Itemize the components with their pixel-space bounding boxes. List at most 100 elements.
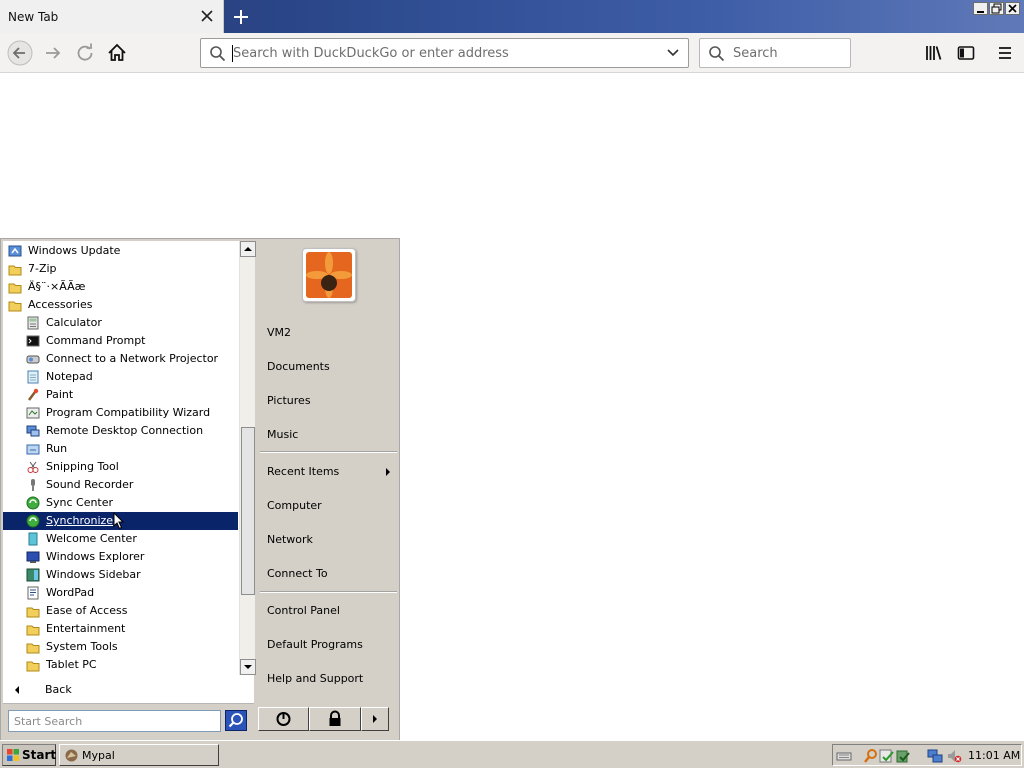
- program-item-label: Entertainment: [46, 622, 126, 635]
- menu-item-network[interactable]: Network: [267, 533, 313, 546]
- menu-item-computer[interactable]: Computer: [267, 499, 322, 512]
- menu-item-music[interactable]: Music: [267, 428, 298, 441]
- new-tab-plus-icon[interactable]: [230, 6, 252, 28]
- search-bar[interactable]: [699, 38, 851, 68]
- menu-item-connect-to[interactable]: Connect To: [267, 567, 328, 580]
- program-item-label: Windows Explorer: [46, 550, 145, 563]
- back-arrow-icon[interactable]: [7, 40, 33, 66]
- program-item[interactable]: Run: [3, 440, 238, 458]
- program-item[interactable]: Synchronize: [3, 512, 238, 530]
- program-item-label: WordPad: [46, 586, 95, 599]
- projector-icon: [26, 355, 40, 364]
- program-item[interactable]: Tablet PC: [3, 656, 238, 674]
- program-item[interactable]: Remote Desktop Connection: [3, 422, 238, 440]
- flower-avatar-icon: [306, 252, 352, 298]
- folder-icon: [26, 607, 40, 618]
- program-item-label: Tablet PC: [46, 658, 97, 671]
- program-item[interactable]: 7-Zip: [3, 260, 238, 278]
- text-caret: [232, 45, 233, 62]
- volume-muted-icon[interactable]: [946, 748, 962, 764]
- menu-item-control-panel[interactable]: Control Panel: [267, 604, 340, 617]
- command-prompt-icon: [26, 335, 40, 347]
- program-item[interactable]: Command Prompt: [3, 332, 238, 350]
- program-item[interactable]: Connect to a Network Projector: [3, 350, 238, 368]
- start-button[interactable]: Start: [2, 744, 56, 766]
- menu-item-default-programs[interactable]: Default Programs: [267, 638, 363, 651]
- program-item[interactable]: Snipping Tool: [3, 458, 238, 476]
- address-input[interactable]: [231, 44, 651, 63]
- tab-title: New Tab: [8, 10, 59, 24]
- power-button[interactable]: [258, 707, 309, 731]
- program-item[interactable]: Windows Explorer: [3, 548, 238, 566]
- program-item[interactable]: Calculator: [3, 314, 238, 332]
- windows-explorer-icon: [26, 551, 40, 563]
- network-icon[interactable]: [927, 748, 943, 764]
- folder-icon: [8, 265, 22, 276]
- notepad-icon: [27, 370, 39, 384]
- menu-item-documents[interactable]: Documents: [267, 360, 330, 373]
- shutdown-options-button[interactable]: [361, 707, 389, 731]
- program-item[interactable]: Windows Sidebar: [3, 566, 238, 584]
- search-input[interactable]: [731, 44, 843, 63]
- program-item[interactable]: Sync Center: [3, 494, 238, 512]
- sidebar-toggle-icon[interactable]: [956, 43, 976, 63]
- chevron-down-icon[interactable]: [666, 48, 680, 58]
- calculator-icon: [27, 316, 39, 330]
- lock-button[interactable]: [309, 707, 361, 731]
- close-window-button[interactable]: [1005, 2, 1020, 15]
- program-item[interactable]: Windows Update: [3, 242, 238, 260]
- program-item[interactable]: System Tools: [3, 638, 238, 656]
- back-triangle-icon: [15, 686, 19, 694]
- program-item[interactable]: Notepad: [3, 368, 238, 386]
- folder-icon: [8, 301, 22, 312]
- reload-icon[interactable]: [72, 40, 98, 66]
- program-item-label: Calculator: [46, 316, 102, 329]
- scroll-down-arrow[interactable]: [240, 659, 256, 675]
- program-item[interactable]: Entertainment: [3, 620, 238, 638]
- program-item-label: Sound Recorder: [46, 478, 134, 491]
- search-tray-icon[interactable]: [863, 748, 879, 764]
- program-item[interactable]: WordPad: [3, 584, 238, 602]
- update-check-icon[interactable]: [895, 748, 911, 764]
- forward-arrow-icon[interactable]: [40, 40, 66, 66]
- tab-new-tab[interactable]: New Tab: [0, 0, 224, 33]
- program-item[interactable]: Sound Recorder: [3, 476, 238, 494]
- start-search-box[interactable]: [8, 710, 221, 732]
- clock[interactable]: 11:01 AM: [968, 749, 1020, 762]
- power-controls: [258, 707, 389, 731]
- submenu-arrow-icon: [386, 468, 390, 476]
- start-label: Start: [22, 748, 57, 762]
- menu-item-recent-items[interactable]: Recent Items: [267, 465, 339, 478]
- scroll-up-arrow[interactable]: [240, 241, 256, 257]
- program-item-label: 7-Zip: [28, 262, 57, 275]
- menu-item-user[interactable]: VM2: [267, 326, 291, 339]
- program-item[interactable]: Ä§¨·×ÃÃæ: [3, 278, 238, 296]
- program-item[interactable]: Ease of Access: [3, 602, 238, 620]
- taskbar-item-mypal[interactable]: Mypal: [59, 744, 219, 766]
- program-item-label: Synchronize: [46, 514, 114, 527]
- library-icon[interactable]: [924, 43, 944, 63]
- address-bar[interactable]: [200, 38, 689, 68]
- menu-item-pictures[interactable]: Pictures: [267, 394, 311, 407]
- program-item-label: System Tools: [46, 640, 118, 653]
- hamburger-menu-icon[interactable]: [995, 43, 1015, 63]
- menu-item-help-and-support[interactable]: Help and Support: [267, 672, 363, 685]
- start-search-input[interactable]: [12, 713, 216, 729]
- program-item-label: Snipping Tool: [46, 460, 119, 473]
- user-picture[interactable]: [302, 248, 356, 302]
- program-list-scrollbar[interactable]: [239, 241, 256, 675]
- program-item[interactable]: Program Compatibility Wizard: [3, 404, 238, 422]
- program-item[interactable]: Welcome Center: [3, 530, 238, 548]
- keyboard-icon[interactable]: [836, 748, 852, 764]
- restore-window-button[interactable]: [989, 2, 1004, 15]
- start-search-button[interactable]: [225, 710, 247, 731]
- close-tab-icon[interactable]: [199, 8, 215, 24]
- security-check-icon[interactable]: [879, 748, 895, 764]
- program-item-label: Run: [46, 442, 68, 455]
- scrollbar-thumb[interactable]: [241, 427, 255, 595]
- program-item[interactable]: Accessories: [3, 296, 238, 314]
- home-icon[interactable]: [104, 40, 130, 66]
- program-item[interactable]: Paint: [3, 386, 238, 404]
- minimize-window-button[interactable]: [973, 2, 988, 15]
- back-button[interactable]: Back: [3, 677, 254, 703]
